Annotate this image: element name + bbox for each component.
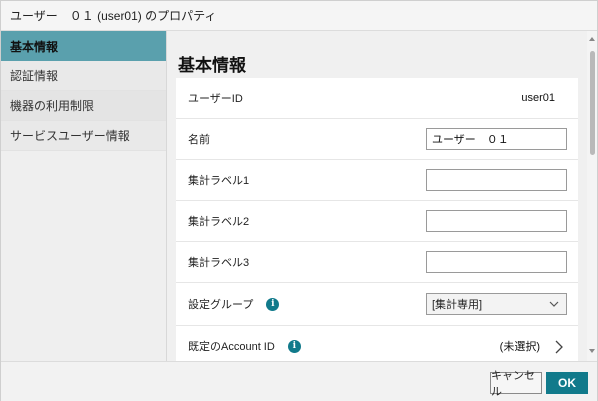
label2-input[interactable] xyxy=(426,210,567,232)
sidebar-item-service-user-info[interactable]: サービスユーザー情報 xyxy=(1,121,166,151)
label3-row: 集計ラベル3 xyxy=(176,242,578,283)
label2-row: 集計ラベル2 xyxy=(176,201,578,242)
account-id-label-text: 既定のAccount ID xyxy=(188,341,275,353)
scroll-down-arrow-icon[interactable] xyxy=(589,349,595,353)
group-select-value: [集計専用] xyxy=(432,299,483,311)
user-id-row: ユーザーID user01 xyxy=(176,78,578,119)
info-icon[interactable]: i xyxy=(287,339,301,353)
account-id-label: 既定のAccount ID i xyxy=(188,338,301,354)
label3-input[interactable] xyxy=(426,251,567,273)
page-title: 基本情報 xyxy=(178,56,246,75)
label2-label: 集計ラベル2 xyxy=(188,216,250,228)
dialog-title: ユーザー ０１ (user01) のプロパティ xyxy=(1,1,597,31)
dialog-footer: キャンセル OK xyxy=(1,361,597,401)
main-content: 基本情報 ユーザーID user01 名前 ユーザー ０１ 集計ラベル1 集計ラ… xyxy=(167,31,587,361)
info-icon[interactable]: i xyxy=(266,297,280,311)
basic-info-panel: ユーザーID user01 名前 ユーザー ０１ 集計ラベル1 集計ラベル2 集… xyxy=(176,78,578,361)
chevron-down-icon xyxy=(549,301,559,307)
sidebar-item-basic-info[interactable]: 基本情報 xyxy=(1,31,166,61)
group-label: 設定グループ i xyxy=(188,296,280,312)
group-row: 設定グループ i [集計専用] xyxy=(176,283,578,326)
account-id-value: (未選択) xyxy=(499,341,540,353)
label1-label: 集計ラベル1 xyxy=(188,175,250,187)
label1-input[interactable] xyxy=(426,169,567,191)
sidebar-item-device-restrictions[interactable]: 機器の利用制限 xyxy=(1,91,166,121)
name-label: 名前 xyxy=(188,134,210,146)
chevron-right-icon[interactable] xyxy=(554,339,564,355)
sidebar: 基本情報 認証情報 機器の利用制限 サービスユーザー情報 xyxy=(1,31,167,361)
sidebar-item-auth-info[interactable]: 認証情報 xyxy=(1,61,166,91)
ok-button[interactable]: OK xyxy=(546,372,588,394)
label1-row: 集計ラベル1 xyxy=(176,160,578,201)
scroll-thumb[interactable] xyxy=(590,51,595,155)
name-input[interactable]: ユーザー ０１ xyxy=(426,128,567,150)
user-id-value: user01 xyxy=(521,92,555,104)
group-select[interactable]: [集計専用] xyxy=(426,293,567,315)
properties-dialog: ユーザー ０１ (user01) のプロパティ 基本情報 認証情報 機器の利用制… xyxy=(0,0,598,401)
cancel-button[interactable]: キャンセル xyxy=(490,370,542,398)
user-id-label: ユーザーID xyxy=(188,93,243,105)
label3-label: 集計ラベル3 xyxy=(188,257,250,269)
scroll-up-arrow-icon[interactable] xyxy=(589,37,595,41)
vertical-scrollbar[interactable] xyxy=(587,31,597,361)
account-id-row[interactable]: 既定のAccount ID i (未選択) xyxy=(176,326,578,361)
name-row: 名前 ユーザー ０１ xyxy=(176,119,578,160)
group-label-text: 設定グループ xyxy=(188,299,254,311)
